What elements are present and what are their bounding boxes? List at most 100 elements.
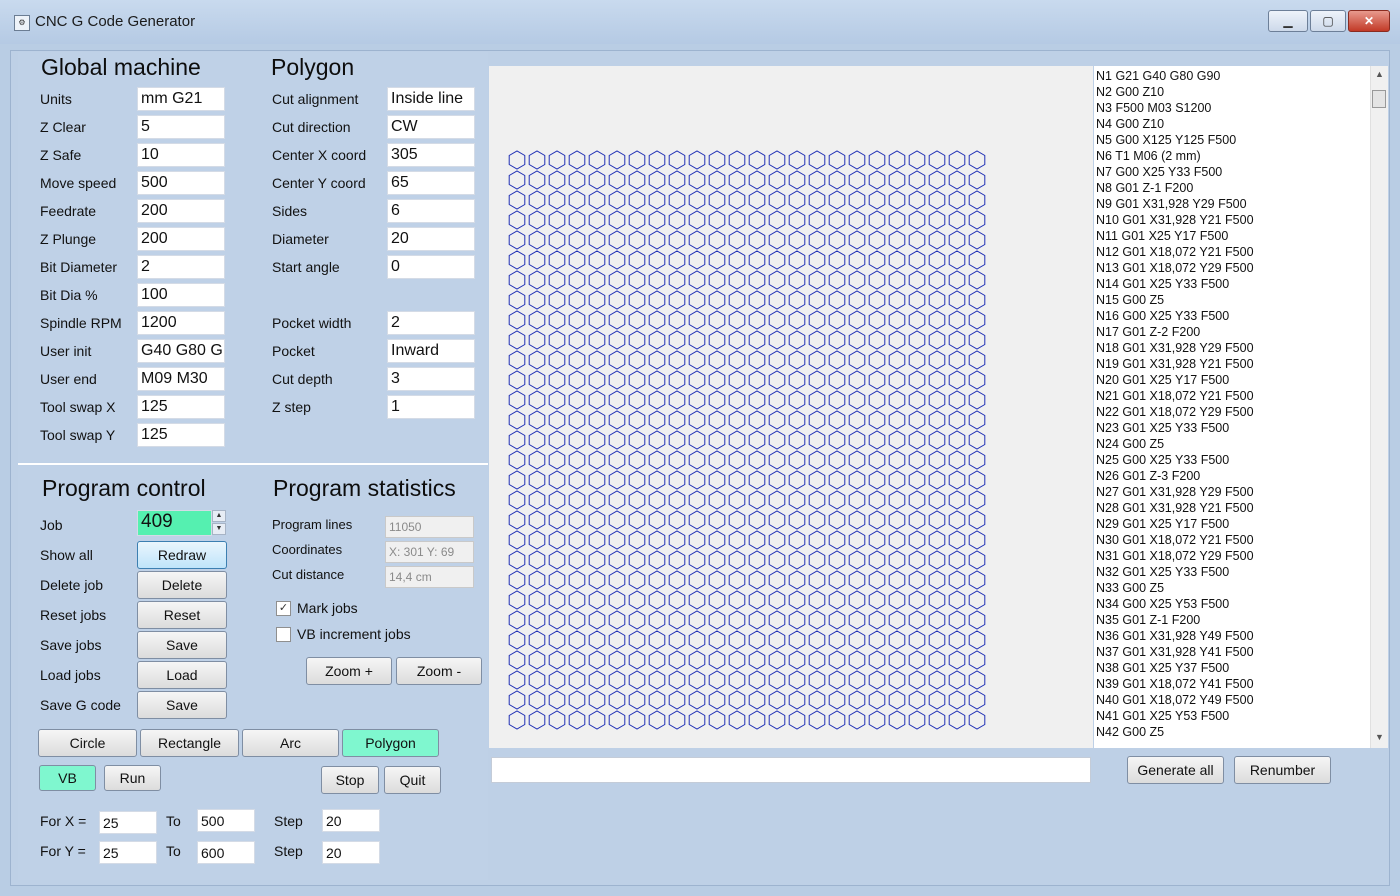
center-y-coord-input[interactable]: 65 [387, 171, 475, 195]
spin-down-button[interactable]: ▼ [212, 523, 226, 535]
bit-dia-input[interactable]: 100 [137, 283, 225, 307]
gcode-line[interactable]: N19 G01 X31,928 Y21 F500 [1096, 357, 1254, 371]
z-safe-input[interactable]: 10 [137, 143, 225, 167]
job-number-input[interactable]: 409 [137, 510, 212, 536]
scroll-up-icon[interactable]: ▲ [1375, 69, 1384, 79]
tab-rectangle[interactable]: Rectangle [140, 729, 239, 757]
bit-diameter-input[interactable]: 2 [137, 255, 225, 279]
gcode-line[interactable]: N26 G01 Z-3 F200 [1096, 469, 1200, 483]
gcode-line[interactable]: N12 G01 X18,072 Y21 F500 [1096, 245, 1254, 259]
y-to-input[interactable]: 600 [197, 841, 255, 864]
generate-all-button[interactable]: Generate all [1127, 756, 1224, 784]
gcode-line[interactable]: N13 G01 X18,072 Y29 F500 [1096, 261, 1254, 275]
vb-increment-checkbox[interactable] [276, 627, 291, 642]
gcode-line[interactable]: N9 G01 X31,928 Y29 F500 [1096, 197, 1247, 211]
save-jobs-button[interactable]: Save [137, 631, 227, 659]
gcode-list[interactable]: N1 G21 G40 G80 G90 N2 G00 Z10 N3 F500 M03 … [1094, 66, 1388, 748]
z-step-input[interactable]: 1 [387, 395, 475, 419]
feedrate-input[interactable]: 200 [137, 199, 225, 223]
show-all-button[interactable]: Redraw [137, 541, 227, 569]
gcode-line[interactable]: N40 G01 X18,072 Y49 F500 [1096, 693, 1254, 707]
gcode-line[interactable]: N23 G01 X25 Y33 F500 [1096, 421, 1229, 435]
cut-alignment-input[interactable]: Inside line [387, 87, 475, 111]
tool-swap-x-input[interactable]: 125 [137, 395, 225, 419]
gcode-line[interactable]: N4 G00 Z10 [1096, 117, 1164, 131]
tool-swap-y-input[interactable]: 125 [137, 423, 225, 447]
gcode-line[interactable]: N21 G01 X18,072 Y21 F500 [1096, 389, 1254, 403]
start-angle-input[interactable]: 0 [387, 255, 475, 279]
gcode-line[interactable]: N29 G01 X25 Y17 F500 [1096, 517, 1229, 531]
gcode-line[interactable]: N34 G00 X25 Y53 F500 [1096, 597, 1229, 611]
minimize-button[interactable]: ▁ [1268, 10, 1308, 32]
gcode-line[interactable]: N27 G01 X31,928 Y29 F500 [1096, 485, 1254, 499]
gcode-line[interactable]: N31 G01 X18,072 Y29 F500 [1096, 549, 1254, 563]
gcode-line[interactable]: N11 G01 X25 Y17 F500 [1096, 229, 1228, 243]
gcode-line[interactable]: N30 G01 X18,072 Y21 F500 [1096, 533, 1254, 547]
gcode-line[interactable]: N20 G01 X25 Y17 F500 [1096, 373, 1229, 387]
gcode-line[interactable]: N35 G01 Z-1 F200 [1096, 613, 1200, 627]
close-button[interactable]: ✕ [1348, 10, 1390, 32]
z-clear-input[interactable]: 5 [137, 115, 225, 139]
gcode-line[interactable]: N33 G00 Z5 [1096, 581, 1164, 595]
gcode-scrollbar[interactable]: ▲ ▼ [1370, 66, 1388, 748]
gcode-line[interactable]: N6 T1 M06 (2 mm) [1096, 149, 1201, 163]
gcode-line[interactable]: N7 G00 X25 Y33 F500 [1096, 165, 1222, 179]
cut-direction-input[interactable]: CW [387, 115, 475, 139]
x-to-input[interactable]: 500 [197, 809, 255, 832]
scroll-thumb[interactable] [1372, 90, 1386, 108]
maximize-button[interactable]: ▢ [1310, 10, 1346, 32]
tab-arc[interactable]: Arc [242, 729, 339, 757]
renumber-button[interactable]: Renumber [1234, 756, 1331, 784]
center-x-coord-input[interactable]: 305 [387, 143, 475, 167]
gcode-line[interactable]: N2 G00 Z10 [1096, 85, 1164, 99]
y-from-input[interactable]: 25 [99, 841, 157, 864]
load-jobs-button[interactable]: Load [137, 661, 227, 689]
gcode-line[interactable]: N25 G00 X25 Y33 F500 [1096, 453, 1229, 467]
gcode-line[interactable]: N16 G00 X25 Y33 F500 [1096, 309, 1229, 323]
gcode-line[interactable]: N1 G21 G40 G80 G90 [1096, 69, 1220, 83]
vb-button[interactable]: VB [39, 765, 96, 791]
gcode-line[interactable]: N5 G00 X125 Y125 F500 [1096, 133, 1236, 147]
save-g-code-button[interactable]: Save [137, 691, 227, 719]
cut-depth-input[interactable]: 3 [387, 367, 475, 391]
diameter-input[interactable]: 20 [387, 227, 475, 251]
gcode-line[interactable]: N41 G01 X25 Y53 F500 [1096, 709, 1229, 723]
gcode-line[interactable]: N28 G01 X31,928 Y21 F500 [1096, 501, 1254, 515]
gcode-line[interactable]: N37 G01 X31,928 Y41 F500 [1096, 645, 1254, 659]
gcode-line[interactable]: N39 G01 X18,072 Y41 F500 [1096, 677, 1254, 691]
z-plunge-input[interactable]: 200 [137, 227, 225, 251]
user-init-input[interactable]: G40 G80 G [137, 339, 225, 363]
gcode-line[interactable]: N15 G00 Z5 [1096, 293, 1164, 307]
spindle-rpm-input[interactable]: 1200 [137, 311, 225, 335]
delete-job-button[interactable]: Delete [137, 571, 227, 599]
y-step-input[interactable]: 20 [322, 841, 380, 864]
zoom-in-button[interactable]: Zoom + [306, 657, 392, 685]
stop-button[interactable]: Stop [321, 766, 379, 794]
gcode-line[interactable]: N24 G00 Z5 [1096, 437, 1164, 451]
pocket-width-input[interactable]: 2 [387, 311, 475, 335]
gcode-line[interactable]: N42 G00 Z5 [1096, 725, 1164, 739]
run-button[interactable]: Run [104, 765, 161, 791]
drawing-canvas[interactable] [489, 66, 1093, 748]
x-from-input[interactable]: 25 [99, 811, 157, 834]
gcode-line[interactable]: N3 F500 M03 S1200 [1096, 101, 1211, 115]
quit-button[interactable]: Quit [384, 766, 441, 794]
gcode-line[interactable]: N22 G01 X18,072 Y29 F500 [1096, 405, 1254, 419]
pocket-input[interactable]: Inward [387, 339, 475, 363]
gcode-line[interactable]: N8 G01 Z-1 F200 [1096, 181, 1193, 195]
gcode-line[interactable]: N10 G01 X31,928 Y21 F500 [1096, 213, 1254, 227]
mark-jobs-checkbox[interactable]: ✓ [276, 601, 291, 616]
gcode-line[interactable]: N36 G01 X31,928 Y49 F500 [1096, 629, 1254, 643]
gcode-line[interactable]: N38 G01 X25 Y37 F500 [1096, 661, 1229, 675]
gcode-line[interactable]: N14 G01 X25 Y33 F500 [1096, 277, 1229, 291]
reset-jobs-button[interactable]: Reset [137, 601, 227, 629]
status-input[interactable] [491, 757, 1091, 783]
scroll-down-icon[interactable]: ▼ [1375, 732, 1384, 742]
x-step-input[interactable]: 20 [322, 809, 380, 832]
sides-input[interactable]: 6 [387, 199, 475, 223]
zoom-out-button[interactable]: Zoom - [396, 657, 482, 685]
tab-polygon[interactable]: Polygon [342, 729, 439, 757]
gcode-line[interactable]: N32 G01 X25 Y33 F500 [1096, 565, 1229, 579]
move-speed-input[interactable]: 500 [137, 171, 225, 195]
user-end-input[interactable]: M09 M30 [137, 367, 225, 391]
